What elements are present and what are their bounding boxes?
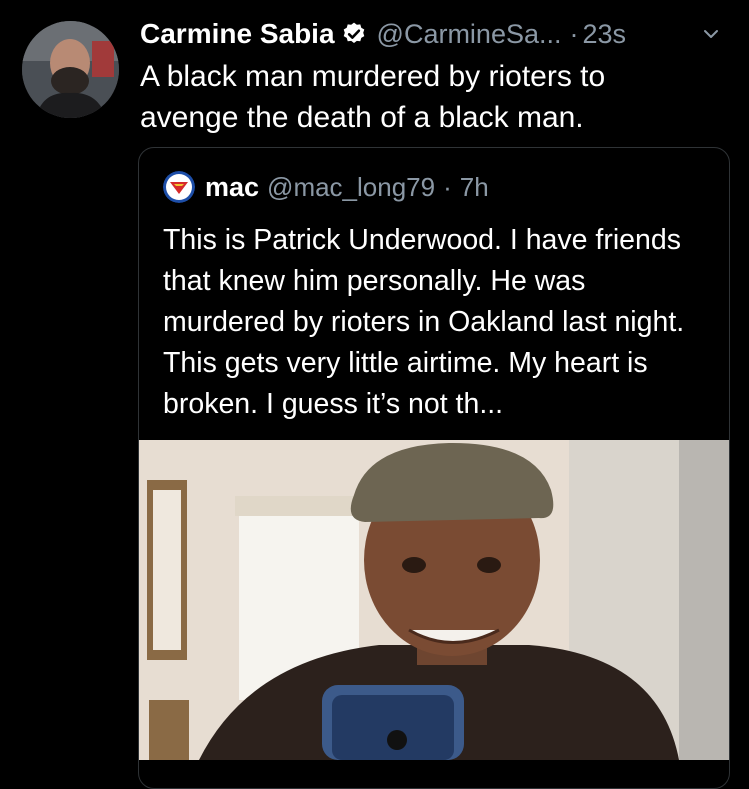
superman-logo-icon bbox=[163, 171, 195, 203]
tweet-timestamp[interactable]: 23s bbox=[583, 19, 627, 50]
author-avatar[interactable] bbox=[22, 21, 119, 118]
tweet-header: Carmine Sabia @CarmineSa... · 23s bbox=[140, 14, 740, 54]
quoted-tweet-card[interactable]: mac @mac_long79 · 7h This is Patrick Und… bbox=[138, 147, 730, 789]
quoted-author-handle[interactable]: @mac_long79 bbox=[267, 172, 435, 203]
verified-badge-icon bbox=[341, 21, 367, 47]
quoted-tweet-photo[interactable] bbox=[139, 440, 729, 760]
selfie-photo-image bbox=[139, 440, 729, 760]
author-handle[interactable]: @CarmineSa... bbox=[377, 19, 562, 50]
separator-dot: · bbox=[443, 171, 452, 202]
quoted-tweet-text: This is Patrick Underwood. I have friend… bbox=[163, 224, 685, 420]
quoted-author-avatar[interactable] bbox=[163, 171, 195, 203]
chevron-down-icon[interactable] bbox=[702, 25, 720, 43]
author-name[interactable]: Carmine Sabia bbox=[140, 18, 335, 50]
quoted-tweet-header: mac @mac_long79 · 7h bbox=[163, 170, 489, 204]
author-avatar-image bbox=[22, 21, 119, 118]
quoted-author-name[interactable]: mac bbox=[205, 172, 259, 203]
quoted-tweet-timestamp[interactable]: 7h bbox=[460, 172, 489, 203]
separator-dot: · bbox=[569, 18, 579, 49]
tweet-text: A black man murdered by rioters to aveng… bbox=[140, 60, 606, 134]
